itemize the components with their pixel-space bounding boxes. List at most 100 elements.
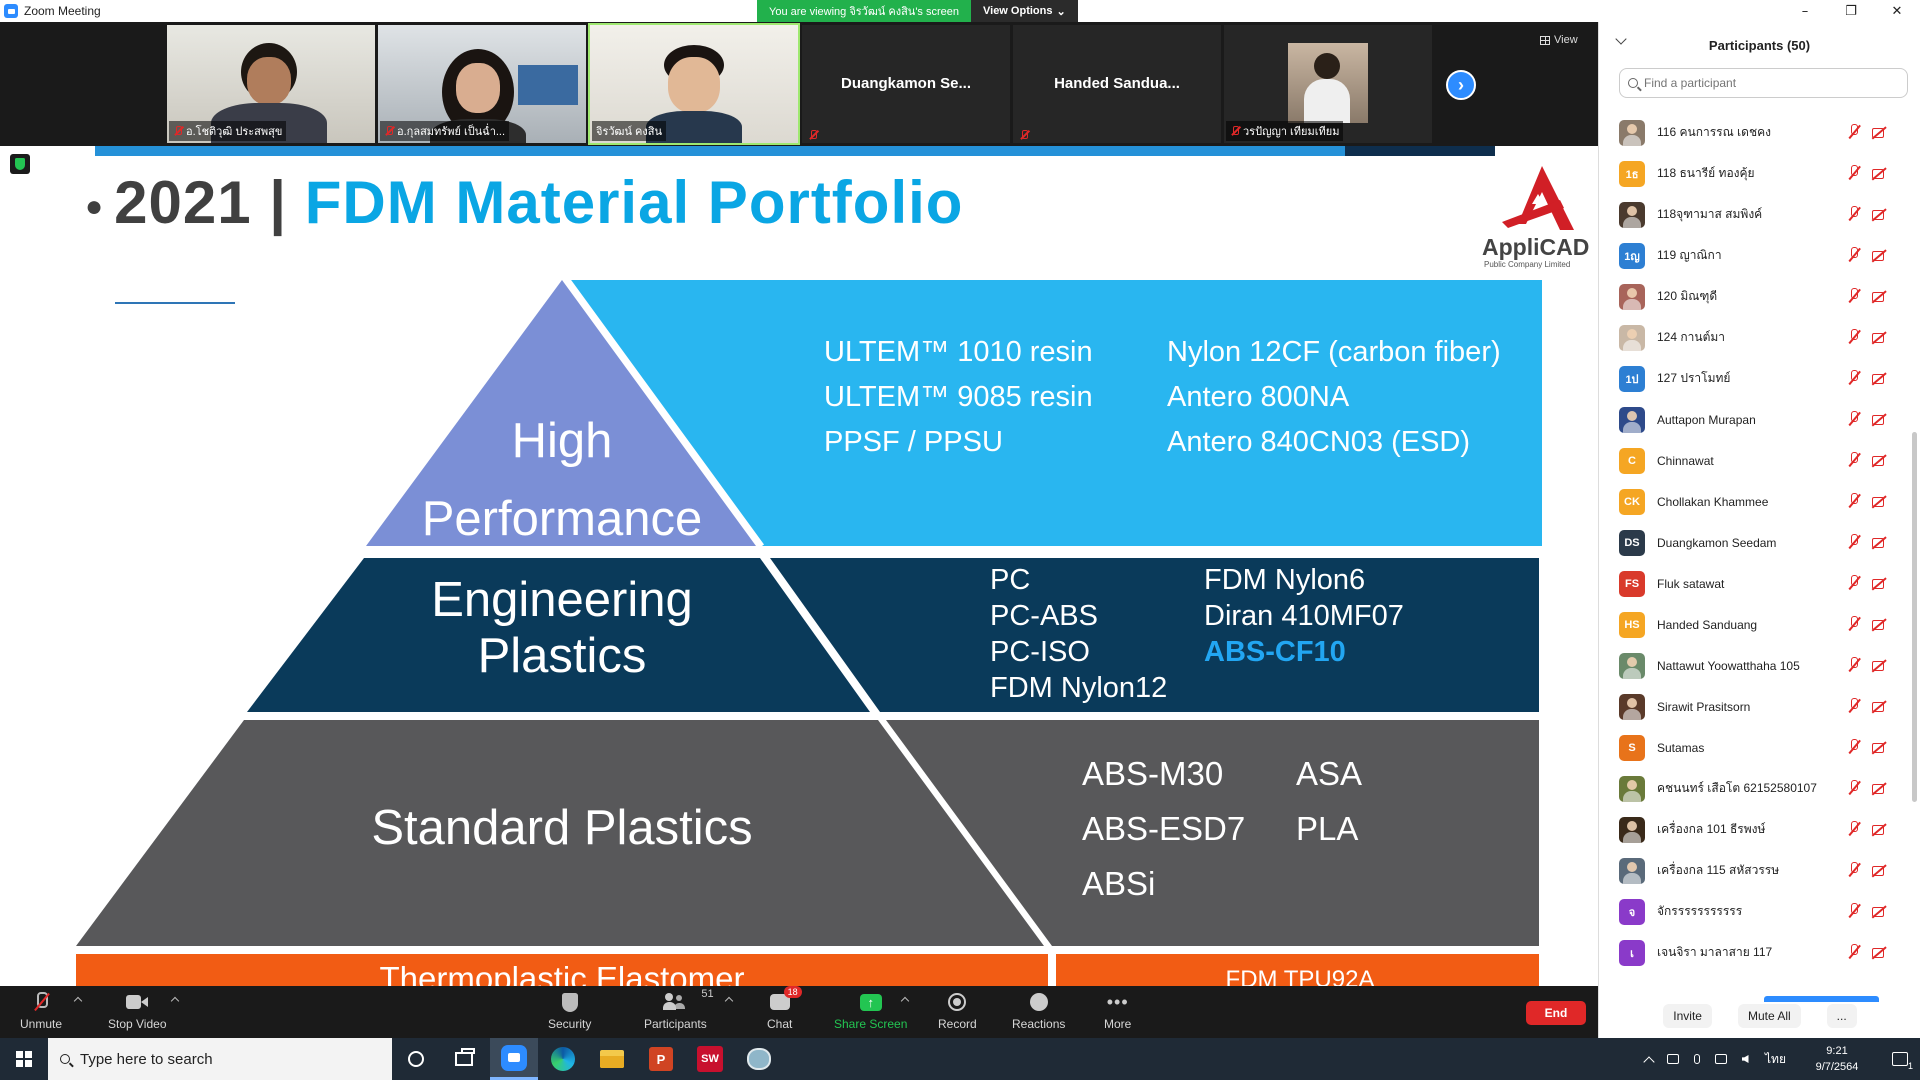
security-button[interactable]: Security (548, 990, 591, 1031)
participants-caret-icon[interactable] (724, 996, 734, 1006)
more-button[interactable]: ••• More (1104, 990, 1131, 1031)
video-off-icon (1871, 493, 1887, 509)
view-button[interactable]: View (1540, 34, 1578, 46)
participant-status-icons (1847, 657, 1887, 673)
minimize-button[interactable]: – (1782, 0, 1828, 22)
taskbar-file-explorer[interactable] (588, 1038, 636, 1080)
chat-button[interactable]: 18 Chat (767, 986, 802, 1031)
participant-search[interactable] (1619, 68, 1908, 98)
mic-off-icon (34, 992, 49, 1012)
participant-search-input[interactable] (1644, 76, 1884, 90)
participant-row[interactable]: คชนนทร์ เสือโต 62152580107 (1599, 768, 1920, 809)
mute-all-button[interactable]: Mute All (1737, 1004, 1801, 1028)
participant-row[interactable]: Sirawit Prasitsorn (1599, 686, 1920, 727)
participant-row[interactable]: 118จุฑามาส สมพิงค์ (1599, 194, 1920, 235)
participant-row[interactable]: DS Duangkamon Seedam (1599, 522, 1920, 563)
next-page-arrow-icon[interactable]: › (1446, 70, 1476, 100)
stop-video-button[interactable]: Stop Video (108, 990, 167, 1031)
video-tile[interactable]: อ.โชติวุฒิ ประสพสุข (167, 25, 375, 143)
audio-options-caret-icon[interactable] (73, 996, 83, 1006)
mic-muted-icon (1230, 126, 1240, 136)
standard-col1: ABS-M30 ABS-ESD7 ABSi (1082, 746, 1245, 911)
panel-header: Participants (50) (1599, 22, 1920, 68)
video-tile[interactable]: Duangkamon Se... (802, 25, 1010, 143)
participant-row[interactable]: 1ธ 118 ธนารีย์ ทองคุ้ย (1599, 153, 1920, 194)
taskbar-search[interactable]: Type here to search (48, 1038, 392, 1080)
participant-row[interactable]: HS Handed Sanduang (1599, 604, 1920, 645)
participant-row[interactable]: 124 กานต์มา (1599, 317, 1920, 358)
taskbar-search-placeholder: Type here to search (80, 1050, 213, 1068)
video-tile-active-speaker[interactable]: จิรวัฒน์ คงสิน (588, 23, 800, 145)
more-dots-icon: ••• (1106, 992, 1129, 1012)
participants-button[interactable]: 51 Participants (644, 988, 714, 1031)
taskbar-solidworks[interactable]: SW (686, 1038, 734, 1080)
start-button[interactable] (0, 1038, 48, 1080)
mic-muted-icon (1847, 698, 1861, 714)
notification-icon: 1 (1892, 1052, 1913, 1071)
show-hidden-icons[interactable] (1637, 1038, 1661, 1080)
video-tile[interactable]: Handed Sandua... (1013, 25, 1221, 143)
participant-row[interactable]: เครื่องกล 115 สหัสวรรษ (1599, 850, 1920, 891)
participant-status-icons (1847, 739, 1887, 755)
video-off-icon (1871, 370, 1887, 386)
collapse-chevron-icon[interactable] (1615, 33, 1627, 45)
paint-icon (747, 1048, 771, 1070)
mic-muted-icon (1847, 616, 1861, 632)
view-options-label: View Options (983, 5, 1053, 17)
participants-label: Participants (644, 1017, 707, 1031)
unmute-button[interactable]: Unmute (20, 990, 62, 1031)
cortana-button[interactable] (392, 1038, 440, 1080)
avatar (1619, 816, 1645, 843)
participant-row[interactable]: 1ป 127 ปราโมทย์ (1599, 358, 1920, 399)
participant-list-scrollbar[interactable] (1912, 432, 1917, 802)
mic-muted-icon (1847, 124, 1861, 140)
high-performance-label: High Performance (412, 402, 712, 558)
taskbar-edge[interactable] (539, 1038, 587, 1080)
video-tile[interactable]: วรปัญญา เทียมเทียม (1224, 25, 1432, 143)
notification-center-button[interactable]: 1 (1880, 1052, 1920, 1071)
tray-mic[interactable] (1685, 1038, 1709, 1080)
reactions-button[interactable]: Reactions (1012, 990, 1065, 1031)
participant-row[interactable]: เ เจนจิรา มาลาสาย 117 (1599, 932, 1920, 973)
participant-row[interactable]: Nattawut Yoowatthaha 105 (1599, 645, 1920, 686)
participant-name: Nattawut Yoowatthaha 105 (1657, 658, 1800, 673)
maximize-button[interactable]: ❐ (1828, 0, 1874, 22)
record-button[interactable]: Record (938, 990, 977, 1031)
participant-row[interactable]: เครื่องกล 101 ธีรพงษ์ (1599, 809, 1920, 850)
view-options-button[interactable]: View Options ⌄ (971, 0, 1078, 22)
end-meeting-button[interactable]: End (1526, 1001, 1586, 1025)
more-options-button[interactable]: ... (1826, 1004, 1857, 1028)
material-item: PC-ABS (990, 600, 1098, 632)
participant-status-icons (1847, 288, 1887, 304)
shield-icon (561, 992, 578, 1012)
tray-network[interactable] (1709, 1038, 1733, 1080)
video-off-icon (1871, 411, 1887, 427)
material-item: Antero 800NA (1167, 381, 1350, 413)
taskbar-zoom[interactable] (490, 1038, 538, 1080)
tray-app[interactable] (1661, 1038, 1685, 1080)
invite-button[interactable]: Invite (1663, 1004, 1712, 1028)
participant-row[interactable]: S Sutamas (1599, 727, 1920, 768)
taskbar-powerpoint[interactable]: P (637, 1038, 685, 1080)
participant-row[interactable]: 120 มิณฑุดี (1599, 276, 1920, 317)
taskbar-paint[interactable] (735, 1038, 783, 1080)
engineering-label-line2: Plastics (477, 629, 647, 683)
language-indicator[interactable]: ไทย (1757, 1050, 1794, 1069)
participant-row[interactable]: CK Chollakan Khammee (1599, 481, 1920, 522)
participant-row[interactable]: FS Fluk satawat (1599, 563, 1920, 604)
close-button[interactable]: ✕ (1874, 0, 1920, 22)
participant-row[interactable]: 116 คนการรณ เดชคง (1599, 112, 1920, 153)
participant-row[interactable]: จ จักรรรรรรรรรรร (1599, 891, 1920, 932)
material-item: PC-ISO (990, 636, 1090, 668)
task-view-button[interactable] (440, 1038, 488, 1080)
participant-row[interactable]: C Chinnawat (1599, 440, 1920, 481)
clock[interactable]: 9:21 9/7/2564 (1794, 1043, 1880, 1075)
video-tile[interactable]: อ.กุลสมทรัพย์ เป็นฉ่ำ... (378, 25, 586, 143)
participant-row[interactable]: Auttapon Murapan (1599, 399, 1920, 440)
avatar: S (1619, 734, 1645, 761)
share-screen-button[interactable]: ↑ Share Screen (834, 990, 907, 1031)
video-options-caret-icon[interactable] (170, 996, 180, 1006)
tray-volume[interactable] (1733, 1038, 1757, 1080)
participant-row[interactable]: 1ญ 119 ญาณิกา (1599, 235, 1920, 276)
view-label: View (1554, 34, 1578, 46)
